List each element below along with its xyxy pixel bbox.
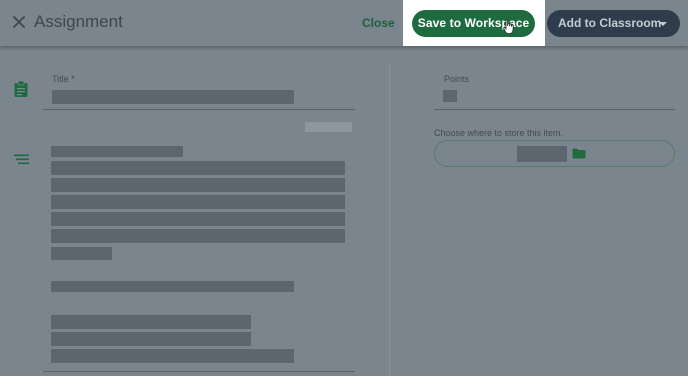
add-to-classroom-button[interactable]: Add to Classroom [547, 10, 680, 37]
points-field[interactable]: Points [434, 68, 675, 110]
points-value-placeholder [443, 90, 457, 102]
text-line-placeholder [51, 212, 345, 226]
app-header: Assignment Close Save to Workspace Add t… [0, 0, 688, 46]
folder-icon [572, 148, 586, 159]
text-line-placeholder [51, 349, 294, 363]
page-title: Assignment [34, 12, 123, 31]
description-field[interactable] [43, 136, 355, 372]
caret-down-icon[interactable] [659, 22, 667, 26]
text-line-placeholder [51, 332, 251, 346]
text-line-placeholder [51, 195, 345, 209]
text-line-placeholder [51, 161, 345, 175]
text-line-placeholder [51, 247, 112, 260]
close-icon[interactable] [9, 11, 29, 33]
text-line-placeholder [51, 229, 345, 243]
folder-select-button[interactable] [434, 140, 675, 167]
save-to-workspace-button[interactable]: Save to Workspace [412, 10, 535, 37]
description-lines-icon [14, 153, 30, 165]
store-location-label: Choose where to store this item. [434, 128, 564, 138]
close-button[interactable]: Close [362, 15, 395, 31]
folder-name-placeholder [517, 146, 567, 162]
add-to-classroom-label: Add to Classroom [558, 16, 662, 30]
text-line-placeholder [51, 178, 345, 192]
column-divider [389, 62, 390, 376]
toolbar-placeholder [305, 122, 352, 132]
title-field[interactable]: Title * [43, 68, 355, 110]
clipboard-icon [13, 80, 29, 98]
text-line-placeholder [51, 281, 294, 292]
points-label: Points [444, 74, 470, 84]
text-line-placeholder [51, 315, 251, 329]
text-line-placeholder [51, 146, 183, 157]
hand-cursor-icon [503, 19, 514, 34]
title-value-placeholder [52, 90, 294, 104]
title-label: Title * [52, 74, 75, 84]
